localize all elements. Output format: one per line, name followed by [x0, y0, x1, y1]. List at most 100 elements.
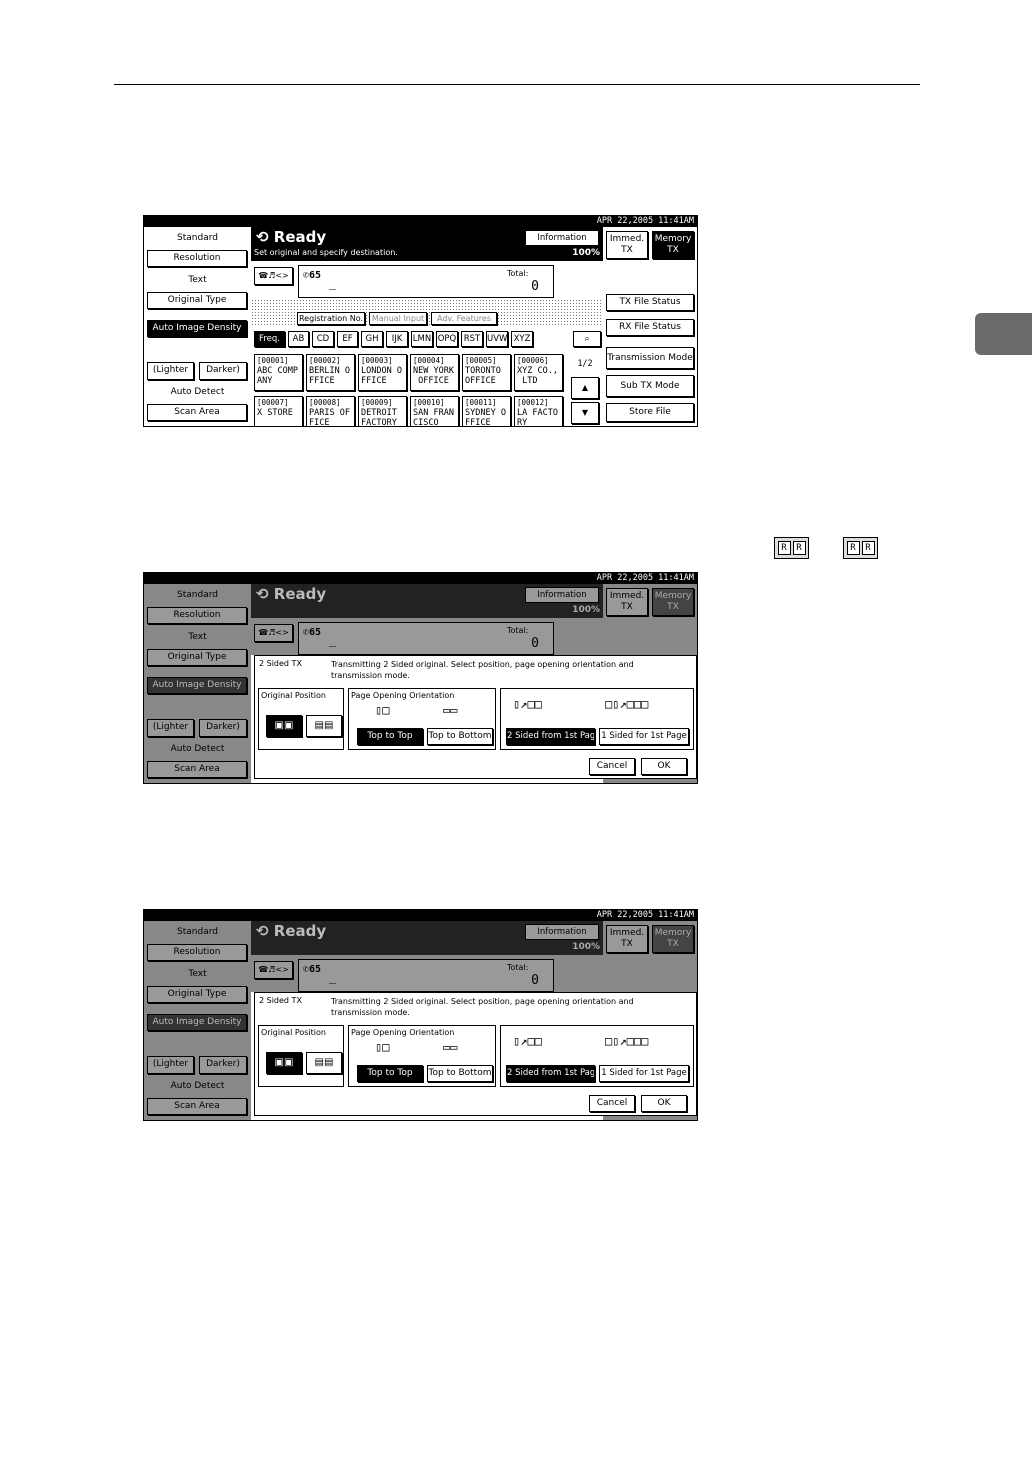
original-position-left-button[interactable]: ▣▣: [266, 715, 302, 737]
index-key-gh[interactable]: GH: [361, 331, 383, 347]
destination-button[interactable]: [00009] DETROIT FACTORY: [358, 396, 407, 427]
top-to-top-button[interactable]: Top to Top: [357, 728, 423, 745]
darker-button[interactable]: Darker): [199, 362, 247, 380]
destination-button[interactable]: [00004] NEW YORK OFFICE: [410, 354, 459, 391]
transmission-mode-button[interactable]: Transmission Mode: [606, 347, 694, 369]
original-left-icon: ▣▣: [274, 1057, 294, 1068]
sub-tx-mode-button[interactable]: Sub TX Mode: [606, 375, 694, 397]
original-left-icon: ▣▣: [274, 720, 294, 731]
transmission-mode-group: ▯↗□□ □▯↗□□□ 2 Sided from 1st Page 1 Side…: [500, 688, 694, 750]
adv-features-tab[interactable]: Adv. Features: [431, 312, 497, 325]
destination-button[interactable]: [00005] TORONTO OFFICE: [462, 354, 511, 391]
destination-line1: PARIS OF: [309, 408, 350, 418]
page-orientation-label: Page Opening Orientation: [351, 691, 455, 700]
original-type-button[interactable]: Original Type: [147, 292, 247, 309]
main-panel: ⟲ Ready Set original and specify destina…: [251, 227, 603, 427]
transmission-mode-group: ▯↗□□ □▯↗□□□ 2 Sided from 1st Page 1 Side…: [500, 1025, 694, 1087]
memory-tx-button: Memory TX: [652, 925, 694, 953]
index-key-uvw[interactable]: UVW: [486, 331, 508, 347]
auto-image-density-button[interactable]: Auto Image Density: [147, 320, 247, 337]
tx-file-status-button[interactable]: TX File Status: [606, 294, 694, 311]
destination-line1: XYZ CO.,: [517, 366, 558, 376]
one-sided-for-first-page-button[interactable]: 1 Sided for 1st Page: [599, 1065, 689, 1082]
memory-tx-button[interactable]: Memory TX: [652, 231, 694, 259]
immed-tx-button[interactable]: Immed. TX: [606, 231, 648, 259]
destination-button[interactable]: [00011] SYDNEY O FFICE: [462, 396, 511, 427]
lighter-button[interactable]: (Lighter: [147, 362, 194, 380]
cancel-button[interactable]: Cancel: [589, 758, 635, 775]
top-to-bottom-button[interactable]: Top to Bottom: [427, 728, 493, 745]
destination-button[interactable]: [00010] SAN FRAN CISCO: [410, 396, 459, 426]
status-header: ⟲ Ready Information 100%: [251, 584, 603, 618]
dialog-description: Transmitting 2 Sided original. Select po…: [331, 997, 634, 1017]
destination-number: ✆65: [303, 964, 322, 975]
destination-line1: LONDON O: [361, 366, 402, 376]
destination-id: [00011]: [465, 398, 497, 407]
index-key-ef[interactable]: EF: [337, 331, 358, 347]
top-to-top-button[interactable]: Top to Top: [357, 1065, 423, 1082]
registration-no-tab[interactable]: Registration No.: [297, 312, 365, 325]
destination-line1: LA FACTO: [517, 408, 558, 418]
top-to-bottom-button[interactable]: Top to Bottom: [427, 1065, 493, 1082]
one-sided-for-first-page-button[interactable]: 1 Sided for 1st Page: [599, 728, 689, 745]
destination-line1: BERLIN O: [309, 366, 350, 376]
destination-button[interactable]: [00006] XYZ CO., LTD: [514, 354, 563, 391]
index-key-ijk[interactable]: IJK: [386, 331, 408, 347]
destination-button[interactable]: [00001] ABC COMP ANY: [254, 354, 303, 391]
page-down-button[interactable]: ▼: [571, 402, 599, 424]
arrow-up-icon: ▲: [581, 383, 589, 392]
resolution-button: Resolution: [147, 944, 247, 961]
status-header: ⟲ Ready Information 100%: [251, 921, 603, 955]
index-key-ab[interactable]: AB: [288, 331, 309, 347]
destination-button[interactable]: [00003] LONDON O FFICE: [358, 354, 407, 391]
destination-button[interactable]: [00008] PARIS OF FICE: [306, 396, 355, 426]
label-text: Text: [188, 969, 207, 979]
index-key-opq[interactable]: OPQ: [436, 331, 458, 347]
index-key-freq[interactable]: Freq.: [254, 331, 285, 347]
index-key-lmn[interactable]: LMN: [411, 331, 433, 347]
index-key-rst[interactable]: RST: [461, 331, 483, 347]
scan-area-button[interactable]: Scan Area: [147, 404, 247, 421]
original-position-top-button[interactable]: ▤▤: [306, 715, 342, 737]
ok-button[interactable]: OK: [641, 1095, 687, 1112]
destination-line2: FACTORY: [361, 418, 397, 427]
cancel-button[interactable]: Cancel: [589, 1095, 635, 1112]
fax-screen-main: APR 22,2005 11:41AM Standard Resolution …: [143, 215, 698, 427]
destination-button[interactable]: [00007] X STORE: [254, 396, 303, 426]
page-indicator: 1/2: [577, 359, 593, 369]
index-key-cd[interactable]: CD: [312, 331, 334, 347]
resolution-button[interactable]: Resolution: [147, 250, 247, 267]
total-value: 0: [531, 636, 539, 651]
two-sided-from-first-page-button[interactable]: 2 Sided from 1st Page: [506, 1065, 595, 1082]
destination-line1: DETROIT: [361, 408, 397, 418]
index-key-xyz[interactable]: XYZ: [511, 331, 533, 347]
original-position-left-button[interactable]: ▣▣: [266, 1052, 302, 1074]
arrow-down-icon: ▼: [581, 408, 589, 417]
page-up-button[interactable]: ▲: [571, 377, 599, 399]
total-label: Total:: [507, 626, 529, 635]
dialog-title: 2 Sided TX: [259, 996, 302, 1005]
rx-file-status-button[interactable]: RX File Status: [606, 319, 694, 336]
total-label: Total:: [507, 269, 529, 278]
information-button[interactable]: Information: [525, 230, 599, 246]
dial-mode-button[interactable]: ☎♬<>: [254, 267, 293, 285]
ready-status: ⟲ Ready: [256, 585, 327, 603]
ready-status: ⟲ Ready: [256, 922, 327, 940]
information-button: Information: [525, 587, 599, 603]
destination-line2: ANY: [257, 376, 273, 386]
original-position-top-button[interactable]: ▤▤: [306, 1052, 342, 1074]
destination-button[interactable]: [00002] BERLIN O FFICE: [306, 354, 355, 391]
two-sided-from-first-page-button[interactable]: 2 Sided from 1st Page: [506, 728, 595, 745]
destination-line2: OFFICE: [465, 376, 496, 386]
store-file-button[interactable]: Store File: [606, 403, 694, 422]
manual-input-tab[interactable]: Manual Input: [369, 312, 427, 325]
destination-button[interactable]: [00012] LA FACTO RY: [514, 396, 563, 426]
destination-line2: FFICE: [465, 418, 491, 427]
original-position-label: Original Position: [261, 691, 326, 700]
information-button: Information: [525, 924, 599, 940]
destination-field[interactable]: ✆65 _ Total: 0: [298, 265, 554, 298]
datetime: APR 22,2005 11:41AM: [144, 216, 697, 227]
search-button[interactable]: ⌕: [573, 331, 601, 347]
ok-button[interactable]: OK: [641, 758, 687, 775]
destination-id: [00003]: [361, 356, 393, 365]
